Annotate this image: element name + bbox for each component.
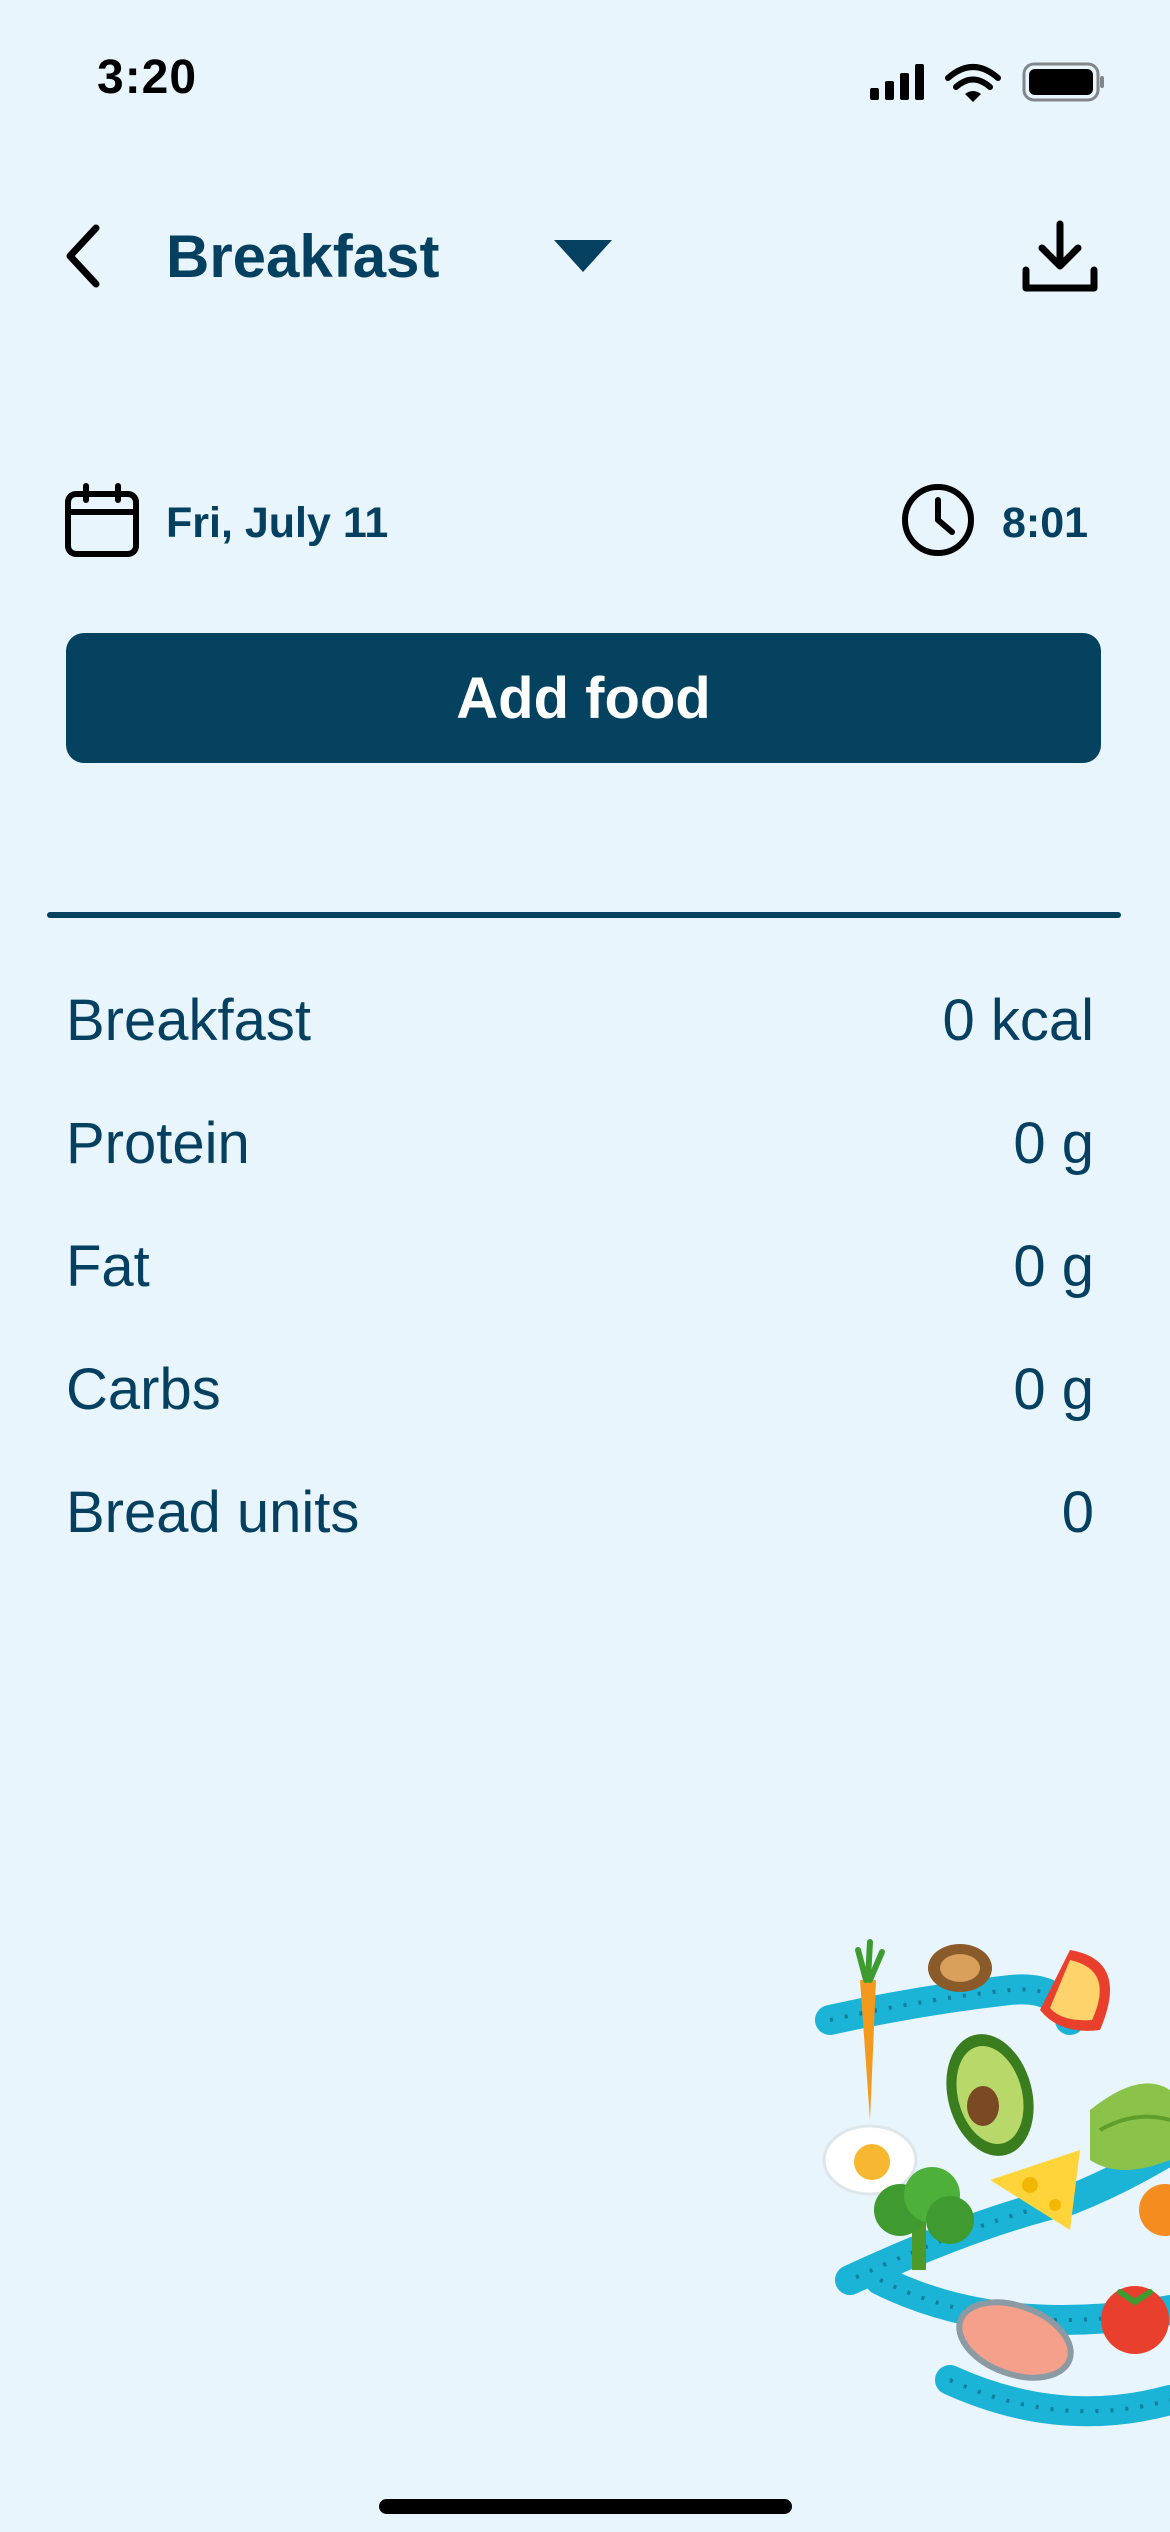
nutrition-row-bread-units: Bread units 0 (66, 1467, 1094, 1557)
download-icon (1022, 220, 1098, 292)
back-button[interactable] (60, 218, 110, 294)
meal-date[interactable]: Fri, July 11 (166, 499, 388, 548)
cellular-signal-icon (870, 64, 924, 100)
nutrition-row-fat: Fat 0 g (66, 1221, 1094, 1311)
nutrition-label: Breakfast (66, 987, 311, 1053)
nutrition-row-carbs: Carbs 0 g (66, 1344, 1094, 1434)
nutrition-label: Bread units (66, 1479, 360, 1545)
nutrition-value: 0 g (1013, 1110, 1094, 1176)
nutrition-row-protein: Protein 0 g (66, 1098, 1094, 1188)
calendar-icon[interactable] (64, 482, 140, 563)
nutrition-label: Carbs (66, 1356, 221, 1422)
home-indicator[interactable] (379, 2499, 792, 2514)
nutrition-label: Protein (66, 1110, 250, 1176)
nutrition-row-calories: Breakfast 0 kcal (66, 975, 1094, 1065)
status-bar-icons (866, 58, 1106, 113)
chevron-left-icon (66, 224, 100, 288)
clock-icon[interactable] (900, 482, 976, 563)
meal-title[interactable]: Breakfast (166, 222, 440, 291)
add-food-button[interactable]: Add food (66, 633, 1101, 763)
wifi-icon (945, 64, 1001, 90)
download-button[interactable] (1020, 218, 1100, 296)
nutrition-value: 0 g (1013, 1233, 1094, 1299)
nutrition-value: 0 kcal (942, 987, 1094, 1053)
nutrition-label: Fat (66, 1233, 150, 1299)
status-bar-time: 3:20 (97, 51, 198, 104)
triangle-down-icon (554, 240, 612, 272)
meal-dropdown-button[interactable] (550, 236, 616, 276)
battery-icon (1022, 62, 1104, 102)
healthy-food-illustration (800, 1920, 1170, 2445)
nutrition-value: 0 g (1013, 1356, 1094, 1422)
section-divider (47, 912, 1121, 918)
meal-time[interactable]: 8:01 (1002, 499, 1088, 548)
nutrition-value: 0 (1061, 1479, 1094, 1545)
